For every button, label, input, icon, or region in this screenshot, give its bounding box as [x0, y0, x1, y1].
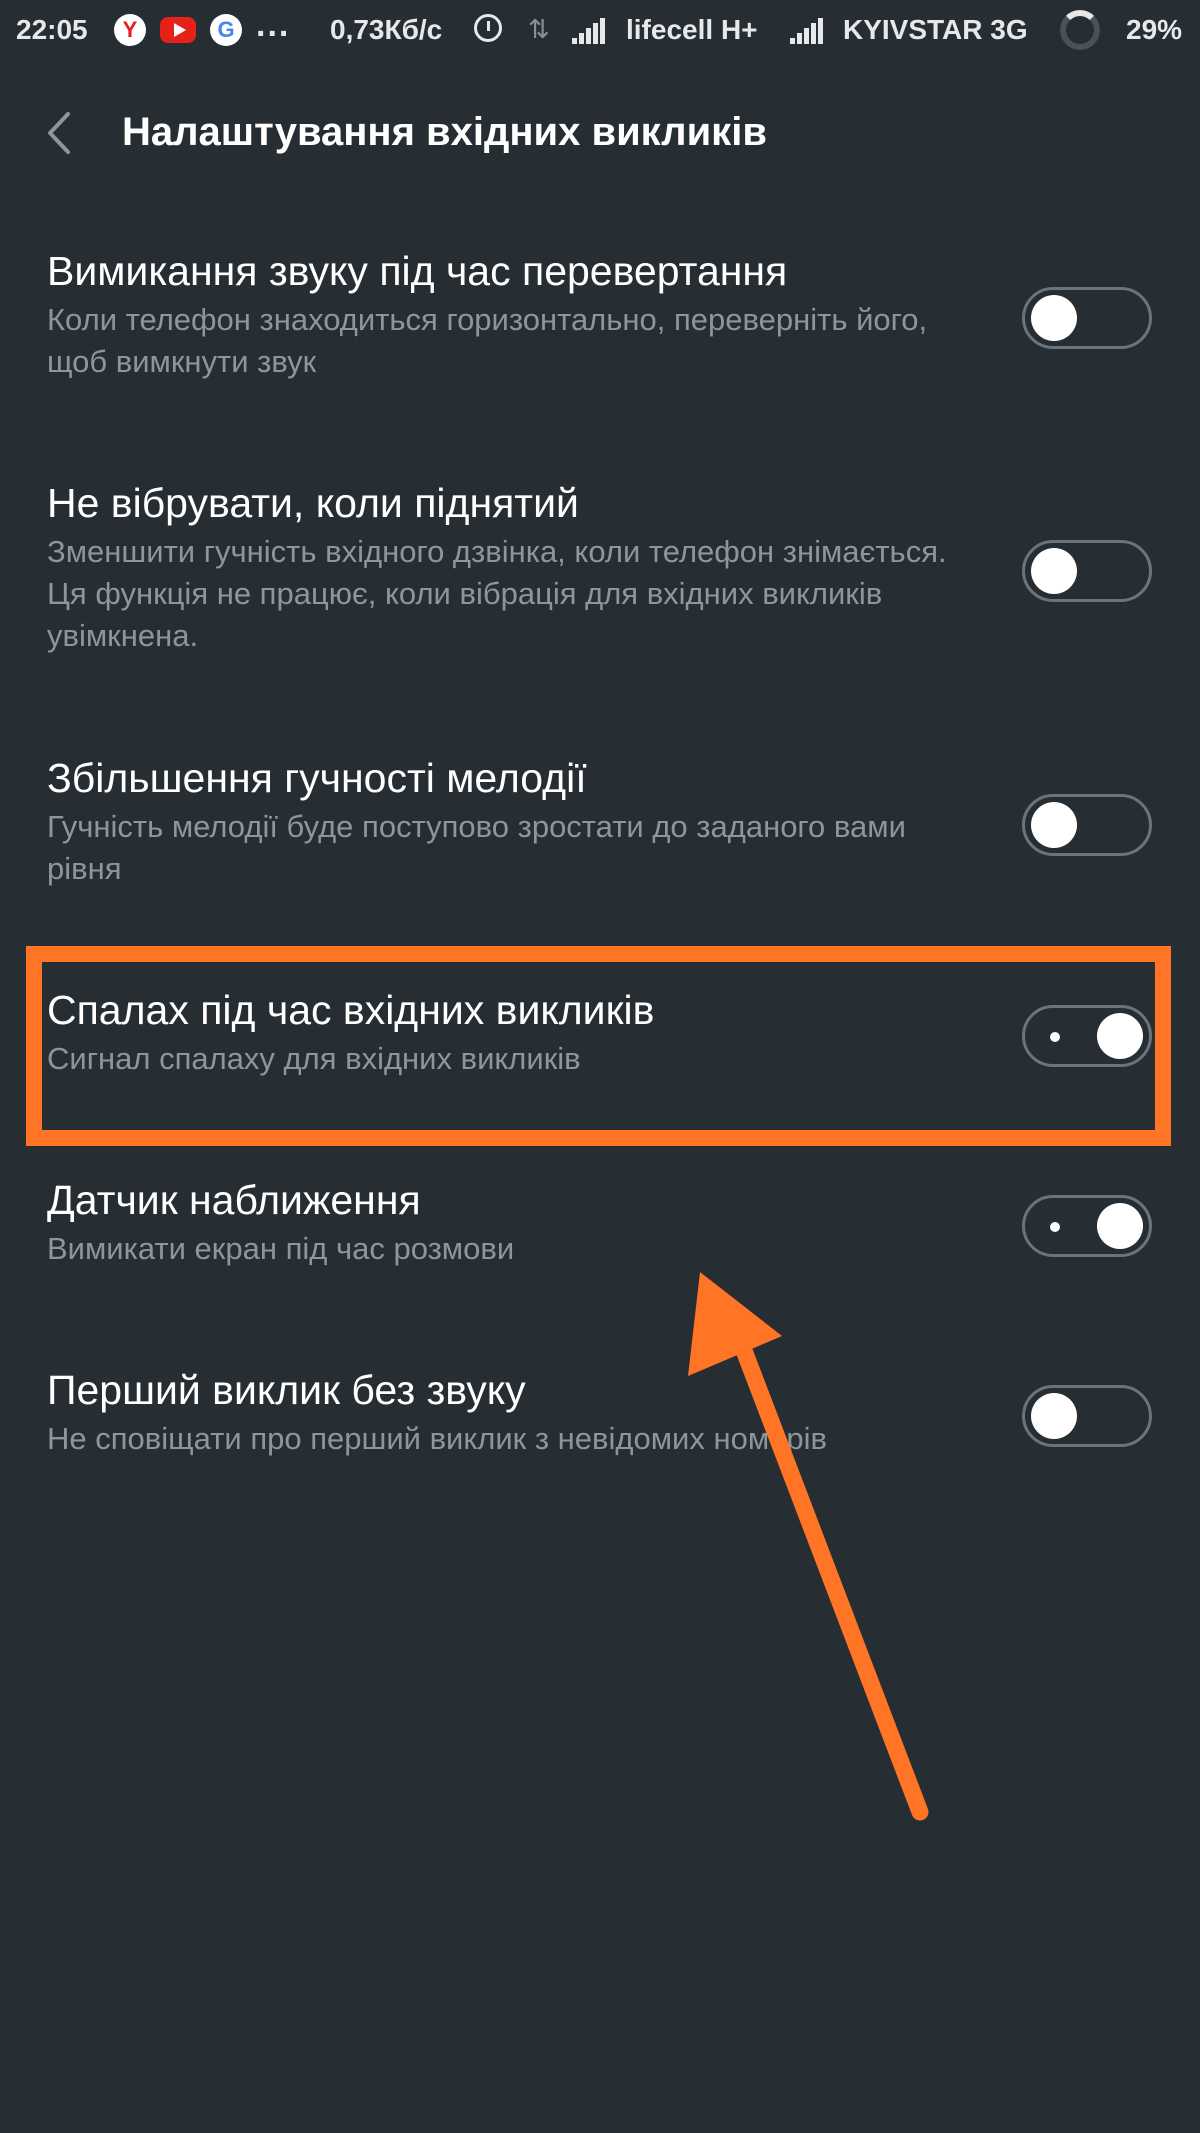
- app-header: Налаштування вхідних викликів: [0, 90, 1200, 176]
- chevron-left-icon: [48, 112, 70, 154]
- back-button[interactable]: [38, 108, 88, 158]
- toggle-knob: [1097, 1203, 1143, 1249]
- proximity-sensor-toggle[interactable]: [1022, 1195, 1152, 1257]
- setting-description: Сигнал спалаху для вхідних викликів: [47, 1041, 581, 1076]
- setting-flash-on-calls[interactable]: Спалах під час вхідних викликів Сигнал с…: [0, 984, 1200, 1104]
- setting-no-vibrate-when-lifted[interactable]: Не вібрувати, коли піднятий Зменшити гуч…: [0, 477, 1200, 677]
- setting-description: Коли телефон знаходиться горизонтально, …: [47, 302, 928, 379]
- signal-icon: [790, 18, 824, 44]
- setting-proximity-sensor[interactable]: Датчик наближення Вимикати екран під час…: [0, 1174, 1200, 1294]
- battery-level: 29%: [1126, 14, 1183, 45]
- setting-ringtone-volume-increase[interactable]: Збільшення гучності мелодії Гучність мел…: [0, 752, 1200, 912]
- carrier-2: KYIVSTAR 3G: [843, 14, 1028, 45]
- page-title: Налаштування вхідних викликів: [122, 110, 767, 154]
- yandex-icon: Y: [114, 14, 146, 46]
- toggle-knob: [1031, 295, 1077, 341]
- setting-description: Зменшити гучність вхідного дзвінка, коли…: [47, 534, 947, 653]
- toggle-knob: [1031, 548, 1077, 594]
- setting-description: Не сповіщати про перший виклик з невідом…: [47, 1421, 827, 1456]
- youtube-icon: [160, 17, 196, 43]
- toggle-knob: [1031, 1393, 1077, 1439]
- setting-title: Вимикання звуку під час перевертання: [47, 248, 788, 294]
- setting-title: Не вібрувати, коли піднятий: [47, 480, 579, 526]
- data-transfer-icon: ⇅: [528, 14, 550, 44]
- setting-title: Перший виклик без звуку: [47, 1367, 526, 1413]
- setting-mute-on-flip[interactable]: Вимикання звуку під час перевертання Кол…: [0, 245, 1200, 405]
- status-bar: 22:05 Y G ... 0,73Кб/с ⇅ lifecell H+ KYI…: [0, 0, 1200, 62]
- toggle-knob: [1031, 802, 1077, 848]
- setting-title: Збільшення гучності мелодії: [47, 755, 587, 801]
- toggle-on-dot: [1050, 1032, 1060, 1042]
- setting-title: Датчик наближення: [47, 1177, 421, 1223]
- status-time: 22:05: [16, 14, 88, 45]
- volume-increase-toggle[interactable]: [1022, 794, 1152, 856]
- more-notifications-icon: ...: [256, 6, 291, 44]
- setting-title: Спалах під час вхідних викликів: [47, 987, 655, 1033]
- first-call-silent-toggle[interactable]: [1022, 1385, 1152, 1447]
- setting-description: Гучність мелодії буде поступово зростати…: [47, 809, 906, 886]
- no-vibrate-toggle[interactable]: [1022, 540, 1152, 602]
- carrier-1: lifecell H+: [626, 14, 758, 45]
- network-speed: 0,73Кб/с: [330, 14, 443, 45]
- signal-icon: [572, 18, 606, 44]
- battery-ring-icon: [1060, 10, 1100, 50]
- toggle-on-dot: [1050, 1222, 1060, 1232]
- google-icon: G: [210, 14, 242, 46]
- flash-on-calls-toggle[interactable]: [1022, 1005, 1152, 1067]
- mute-on-flip-toggle[interactable]: [1022, 287, 1152, 349]
- alarm-icon: [474, 14, 502, 42]
- toggle-knob: [1097, 1013, 1143, 1059]
- setting-description: Вимикати екран під час розмови: [47, 1231, 515, 1266]
- setting-first-call-silent[interactable]: Перший виклик без звуку Не сповіщати про…: [0, 1364, 1200, 1484]
